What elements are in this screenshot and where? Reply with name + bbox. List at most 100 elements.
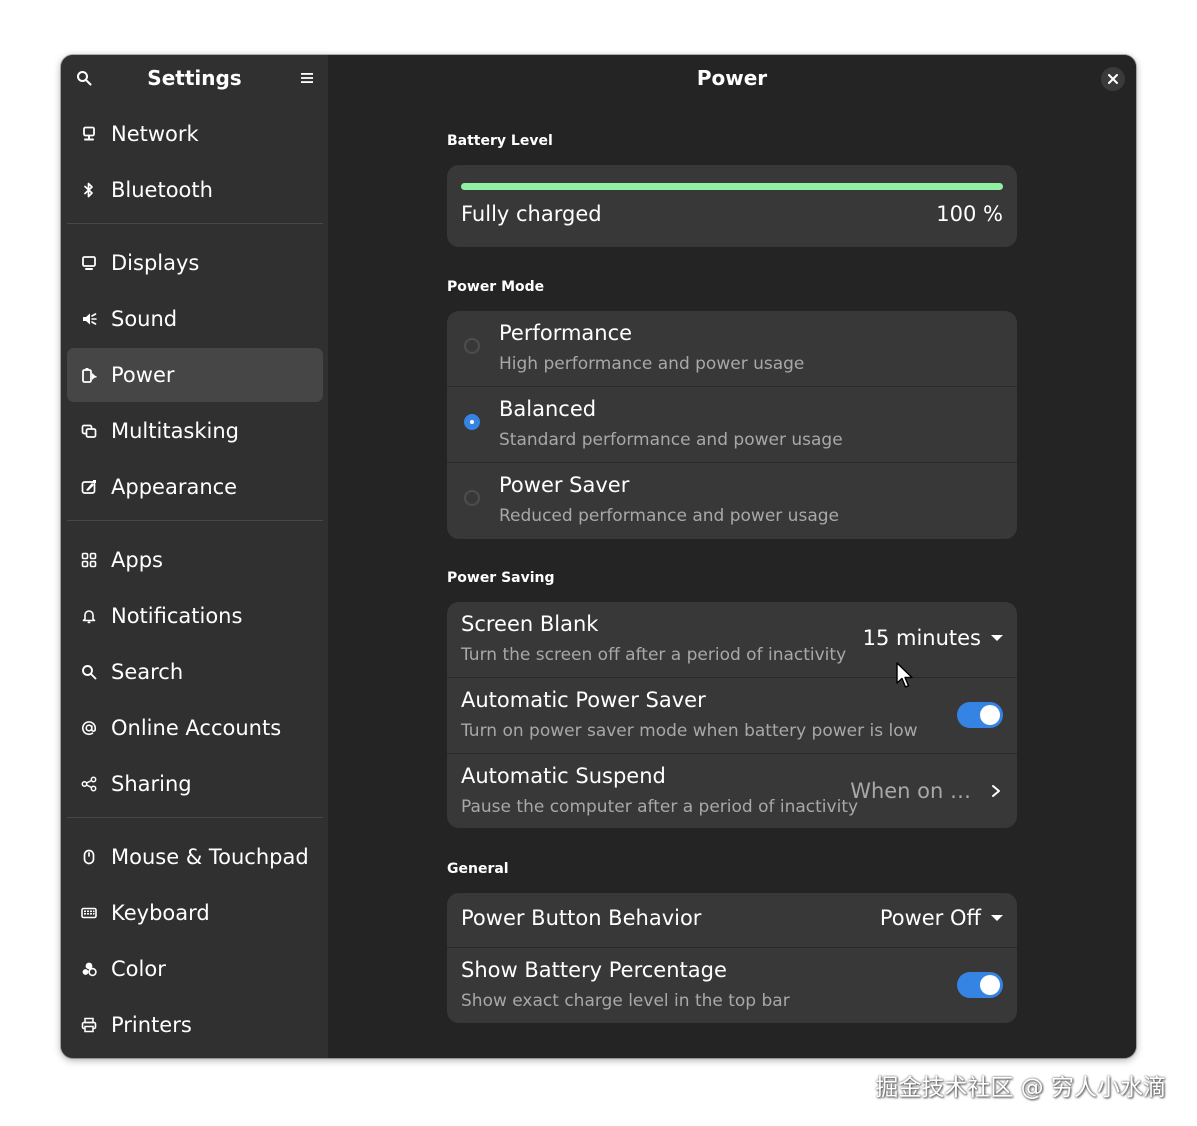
sidebar-item-color[interactable]: Color: [67, 942, 323, 996]
sidebar-item-label: Online Accounts: [111, 716, 282, 740]
sidebar-item-sound[interactable]: Sound: [67, 292, 323, 346]
power-saving-card: Screen Blank Turn the screen off after a…: [447, 602, 1017, 828]
screen-blank-dropdown[interactable]: 15 minutes: [863, 626, 1003, 650]
hamburger-icon: [301, 73, 313, 83]
sidebar-item-label: Notifications: [111, 604, 243, 628]
radio-power-saver[interactable]: [464, 490, 480, 506]
sidebar-item-label: Bluetooth: [111, 178, 213, 202]
sidebar-item-online-accounts[interactable]: Online Accounts: [67, 701, 323, 755]
display-icon: [81, 255, 97, 271]
close-icon: [1108, 74, 1118, 84]
at-icon: [81, 720, 97, 736]
sidebar-item-keyboard[interactable]: Keyboard: [67, 886, 323, 940]
section-title-power-mode: Power Mode: [447, 279, 545, 295]
network-icon: [81, 126, 97, 142]
dropdown-value: Power Off: [879, 906, 981, 930]
chevron-right-icon: [992, 785, 1000, 797]
sidebar-item-label: Displays: [111, 251, 200, 275]
caret-down-icon: [991, 635, 1003, 641]
battery-card: Fully charged 100 %: [447, 165, 1017, 247]
mouse-icon: [81, 849, 97, 865]
sidebar-item-network[interactable]: Network: [67, 107, 323, 161]
sidebar-item-search[interactable]: Search: [67, 645, 323, 699]
power-button-row[interactable]: Power Button Behavior Power Off: [447, 893, 1017, 948]
battery-level-bar: [461, 183, 1003, 190]
row-subtitle: Show exact charge level in the top bar: [461, 991, 790, 1011]
option-title: Performance: [499, 321, 633, 345]
mouse-pointer-icon: [896, 662, 913, 688]
power-mode-card: Performance High performance and power u…: [447, 311, 1017, 539]
share-icon: [81, 776, 97, 792]
power-panel: Power Battery Level Fully charged 100 % …: [328, 55, 1136, 1058]
power-mode-option-performance[interactable]: Performance High performance and power u…: [447, 311, 1017, 387]
sidebar-header: Settings: [61, 55, 328, 103]
auto-suspend-value: When on …: [850, 779, 971, 803]
power-mode-option-balanced[interactable]: Balanced Standard performance and power …: [447, 387, 1017, 463]
switch-knob: [980, 975, 1000, 995]
general-card: Power Button Behavior Power Off Show Bat…: [447, 893, 1017, 1023]
battery-percentage-switch[interactable]: [957, 972, 1003, 998]
search-icon: [81, 664, 97, 680]
main-menu-button[interactable]: [294, 65, 320, 91]
option-subtitle: Reduced performance and power usage: [499, 506, 839, 526]
screen-blank-row[interactable]: Screen Blank Turn the screen off after a…: [447, 602, 1017, 678]
option-title: Balanced: [499, 397, 597, 421]
watermark: 掘金技术社区 @ 穷人小水滴: [875, 1075, 1166, 1101]
printer-icon: [81, 1017, 97, 1033]
power-mode-option-power-saver[interactable]: Power Saver Reduced performance and powe…: [447, 463, 1017, 539]
keyboard-icon: [81, 905, 97, 921]
page-title: Power: [696, 66, 768, 90]
multitasking-icon: [81, 423, 97, 439]
sidebar-item-printers[interactable]: Printers: [67, 998, 323, 1052]
sidebar-item-label: Printers: [111, 1013, 192, 1037]
section-title-power-saving: Power Saving: [447, 570, 555, 586]
sidebar-item-label: Color: [111, 957, 166, 981]
bell-icon: [81, 608, 97, 624]
sidebar-item-label: Multitasking: [111, 419, 240, 443]
battery-percent: 100 %: [936, 202, 1003, 226]
caret-down-icon: [991, 915, 1003, 921]
sidebar-item-displays[interactable]: Displays: [67, 236, 323, 290]
sidebar-item-mouse-and-touchpad[interactable]: Mouse & Touchpad: [67, 830, 323, 884]
close-button[interactable]: [1101, 67, 1125, 91]
radio-balanced[interactable]: [464, 414, 480, 430]
sidebar-separator: [67, 520, 323, 521]
sidebar-item-multitasking[interactable]: Multitasking: [67, 404, 323, 458]
auto-power-saver-row: Automatic Power Saver Turn on power save…: [447, 678, 1017, 754]
battery-level-fill: [461, 183, 1003, 190]
sidebar-item-sharing[interactable]: Sharing: [67, 757, 323, 811]
sidebar-item-label: Sharing: [111, 772, 192, 796]
auto-power-saver-switch[interactable]: [957, 702, 1003, 728]
apps-icon: [81, 552, 97, 568]
sidebar-item-label: Keyboard: [111, 901, 210, 925]
radio-performance[interactable]: [464, 338, 480, 354]
color-icon: [81, 961, 97, 977]
sidebar-item-apps[interactable]: Apps: [67, 533, 323, 587]
sidebar-separator: [67, 817, 323, 818]
sidebar-item-power[interactable]: Power: [67, 348, 323, 402]
auto-suspend-row[interactable]: Automatic Suspend Pause the computer aft…: [447, 754, 1017, 828]
row-title: Show Battery Percentage: [461, 958, 727, 982]
sidebar-nav: Network Bluetooth Displays Sound Power Multit…: [67, 107, 323, 1058]
sidebar-item-bluetooth[interactable]: Bluetooth: [67, 163, 323, 217]
bluetooth-icon: [81, 182, 97, 198]
sidebar: Settings Network Bluetooth Displays Sound Po…: [61, 55, 328, 1058]
option-subtitle: Standard performance and power usage: [499, 430, 843, 450]
power-button-dropdown[interactable]: Power Off: [880, 906, 1003, 930]
sidebar-item-label: Search: [111, 660, 184, 684]
sidebar-separator: [67, 223, 323, 224]
settings-window: Settings Network Bluetooth Displays Sound Po…: [61, 55, 1136, 1058]
dropdown-value: 15 minutes: [862, 626, 981, 650]
sidebar-item-appearance[interactable]: Appearance: [67, 460, 323, 514]
sidebar-item-notifications[interactable]: Notifications: [67, 589, 323, 643]
battery-percentage-row: Show Battery Percentage Show exact charg…: [447, 948, 1017, 1023]
sidebar-item-label: Mouse & Touchpad: [111, 845, 309, 869]
row-subtitle: Turn on power saver mode when battery po…: [461, 721, 918, 741]
row-title: Automatic Power Saver: [461, 688, 706, 712]
sidebar-item-label: Appearance: [111, 475, 238, 499]
sidebar-title: Settings: [147, 66, 242, 90]
sidebar-item-label: Sound: [111, 307, 178, 331]
section-title-general: General: [447, 861, 509, 877]
battery-status: Fully charged: [461, 202, 602, 226]
sidebar-item-label: Network: [111, 122, 199, 146]
